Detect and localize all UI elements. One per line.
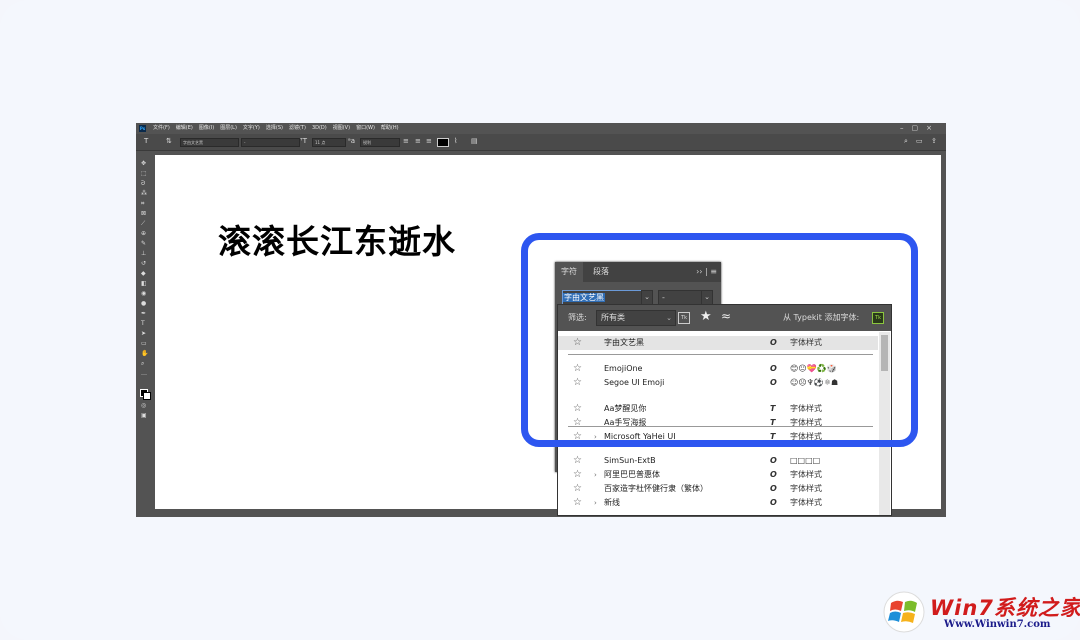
dodge-tool-icon[interactable]: ● xyxy=(141,301,148,307)
site-watermark: Win7系统之家 Www.Winwin7.com xyxy=(882,590,1080,636)
search-icon[interactable]: ⌕ xyxy=(904,137,908,146)
type-tool-icon[interactable]: T xyxy=(144,137,148,145)
font-sample: □□□□ xyxy=(790,456,821,465)
frame-tool-icon[interactable]: ⊠ xyxy=(141,211,148,217)
menu-item[interactable]: 视图(V) xyxy=(333,125,350,131)
watermark-url: Www.Winwin7.com xyxy=(944,619,1051,630)
align-center-icon[interactable]: ≡ xyxy=(415,137,421,145)
workspace-icon[interactable]: ▭ xyxy=(916,137,923,145)
eyedropper-tool-icon[interactable]: ⟋ xyxy=(141,221,148,227)
font-list-item[interactable]: ☆ › 新线 O 字体样式 xyxy=(558,496,878,510)
history-brush-tool-icon[interactable]: ↺ xyxy=(141,261,148,267)
photoshop-logo-icon: Ps xyxy=(139,125,146,132)
menu-item[interactable]: 滤镜(T) xyxy=(289,125,306,131)
menu-bar: Ps 文件(F) 编辑(E) 图像(I) 图层(L) 文字(Y) 选择(S) 滤镜(T) 3D… xyxy=(136,123,946,134)
font-name: 百家造字杜怀健行隶（繁体） xyxy=(604,484,708,493)
menu-item[interactable]: 帮助(H) xyxy=(381,125,399,131)
screen-mode-icon[interactable]: ▣ xyxy=(141,413,148,419)
font-family-select[interactable]: 字由文艺黑 xyxy=(180,138,239,147)
font-sample: 字体样式 xyxy=(790,484,822,493)
antialias-icon: ᵃa xyxy=(348,137,356,145)
stamp-tool-icon[interactable]: ⊥ xyxy=(141,251,148,257)
menu-item[interactable]: 文件(F) xyxy=(153,125,170,131)
healing-tool-icon[interactable]: ⊕ xyxy=(141,231,148,237)
font-type-icon: O xyxy=(770,498,777,507)
expand-chevron-icon[interactable]: › xyxy=(594,496,597,510)
favorite-star-icon[interactable]: ☆ xyxy=(573,482,582,496)
expand-chevron-icon[interactable]: › xyxy=(594,468,597,482)
path-selection-tool-icon[interactable]: ➤ xyxy=(141,331,148,337)
antialias-select[interactable]: 锐利 xyxy=(360,138,400,147)
menu-item[interactable]: 选择(S) xyxy=(266,125,283,131)
font-name: 新线 xyxy=(604,498,620,507)
character-panel-toggle-icon[interactable]: ▤ xyxy=(471,137,478,145)
marquee-tool-icon[interactable]: ⬚ xyxy=(141,171,148,177)
shape-tool-icon[interactable]: ▭ xyxy=(141,341,148,347)
font-type-icon: O xyxy=(770,484,777,493)
windows-logo-icon xyxy=(883,591,925,633)
crop-tool-icon[interactable]: ⌗ xyxy=(141,201,148,207)
gradient-tool-icon[interactable]: ◧ xyxy=(141,281,148,287)
background-color-swatch[interactable] xyxy=(143,392,151,400)
menu-item[interactable]: 窗口(W) xyxy=(356,125,375,131)
pen-tool-icon[interactable]: ✒ xyxy=(141,311,148,317)
font-list-item[interactable]: ☆ › 阿里巴巴普惠体 O 字体样式 xyxy=(558,468,878,482)
highlight-annotation-frame xyxy=(521,233,918,447)
text-color-swatch[interactable] xyxy=(437,138,449,147)
font-sample: 字体样式 xyxy=(790,498,822,507)
favorite-star-icon[interactable]: ☆ xyxy=(573,468,582,482)
canvas-headline-text[interactable]: 滚滚长江东逝水 xyxy=(218,215,456,263)
watermark-title: Win7系统之家 xyxy=(930,596,1080,620)
font-list-item[interactable]: ☆ 百家造字杜怀健行隶（繁体） O 字体样式 xyxy=(558,482,878,496)
magic-wand-tool-icon[interactable]: ⁂ xyxy=(141,191,148,197)
warp-text-icon[interactable]: ⌇ xyxy=(454,137,457,145)
orientation-toggle-icon[interactable]: ⇅ xyxy=(166,137,172,145)
quick-mask-icon[interactable]: ◎ xyxy=(141,403,148,409)
favorite-star-icon[interactable]: ☆ xyxy=(573,454,582,468)
font-name: SimSun-ExtB xyxy=(604,456,656,465)
brush-tool-icon[interactable]: ✎ xyxy=(141,241,148,247)
font-list-item[interactable]: ☆ SimSun-ExtB O □□□□ xyxy=(558,454,878,468)
menu-item[interactable]: 图层(L) xyxy=(220,125,237,131)
options-bar: T ⇅ 字由文艺黑 - ᵀT 11 点 ᵃa 锐利 ≡ ≡ ≡ ⌇ ▤ ⌕ ▭ … xyxy=(136,134,946,151)
font-name: 阿里巴巴普惠体 xyxy=(604,470,660,479)
eraser-tool-icon[interactable]: ◆ xyxy=(141,271,148,277)
menu-item[interactable]: 3D(D) xyxy=(312,125,327,131)
type-tool-icon[interactable]: T xyxy=(141,321,148,327)
font-size-icon: ᵀT xyxy=(300,137,307,145)
more-tools-icon[interactable]: … xyxy=(141,371,148,377)
menu-item[interactable]: 图像(I) xyxy=(199,125,214,131)
blur-tool-icon[interactable]: ◉ xyxy=(141,291,148,297)
menu-item[interactable]: 文字(Y) xyxy=(243,125,260,131)
favorite-star-icon[interactable]: ☆ xyxy=(573,496,582,510)
tools-panel: ✥ ⬚ ᘐ ⁂ ⌗ ⊠ ⟋ ⊕ ✎ ⊥ ↺ ◆ ◧ ◉ ● ✒ T ➤ ▭ ✋ … xyxy=(136,151,154,517)
hand-tool-icon[interactable]: ✋ xyxy=(141,351,148,357)
menu-item[interactable]: 编辑(E) xyxy=(176,125,193,131)
menu-items: 文件(F) 编辑(E) 图像(I) 图层(L) 文字(Y) 选择(S) 滤镜(T) 3D(D)… xyxy=(153,123,405,134)
font-sample: 字体样式 xyxy=(790,470,822,479)
font-type-icon: O xyxy=(770,456,777,465)
align-right-icon[interactable]: ≡ xyxy=(426,137,432,145)
align-left-icon[interactable]: ≡ xyxy=(403,137,409,145)
font-style-select[interactable]: - xyxy=(241,138,300,147)
font-type-icon: O xyxy=(770,470,777,479)
zoom-tool-icon[interactable]: ⌕ xyxy=(141,361,148,367)
move-tool-icon[interactable]: ✥ xyxy=(141,161,148,167)
share-icon[interactable]: ⇪ xyxy=(931,137,937,145)
lasso-tool-icon[interactable]: ᘐ xyxy=(141,181,148,187)
window-controls[interactable]: –▢× xyxy=(900,123,940,134)
font-size-select[interactable]: 11 点 xyxy=(312,138,346,147)
